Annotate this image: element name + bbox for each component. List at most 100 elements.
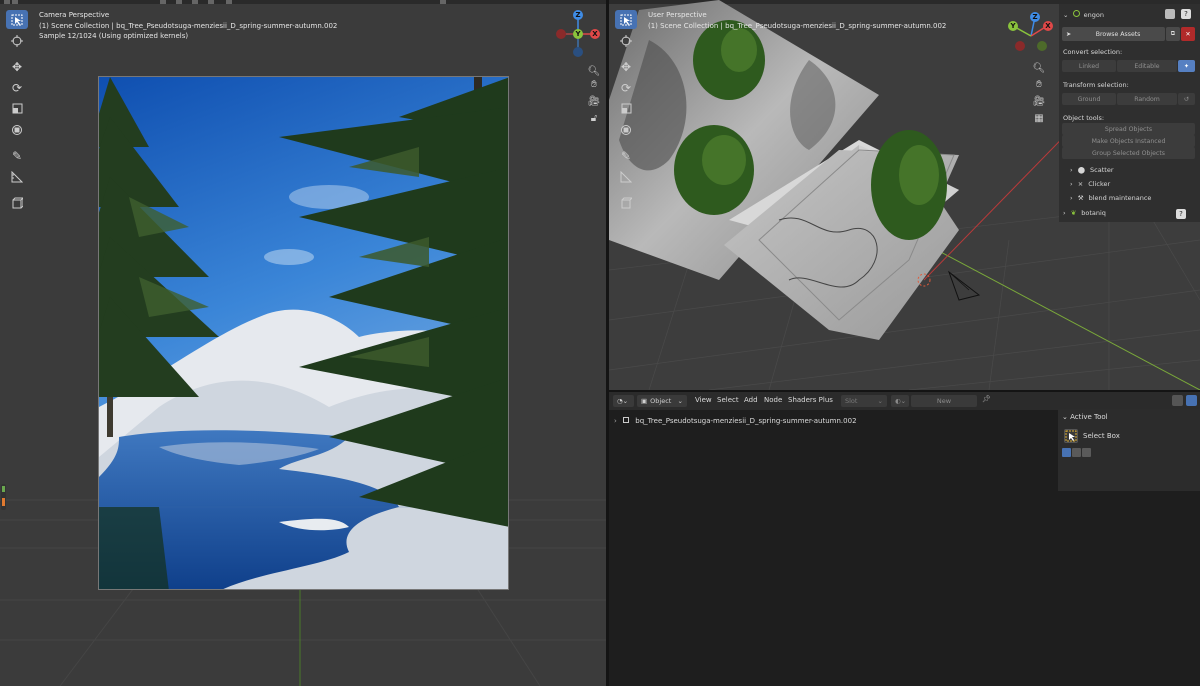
rotate-tool[interactable]: ⟳	[6, 78, 28, 97]
zoom-button[interactable]: 🔍︎	[1031, 60, 1047, 76]
tool-shelf: ✥ ⟳ ✎	[6, 10, 28, 214]
wrench-icon: ⚒	[1077, 194, 1084, 202]
camera-viewport[interactable]: Camera Perspective (1) Scene Collection …	[0, 0, 606, 686]
menu-shaders-plus[interactable]: Shaders Plus	[788, 396, 833, 404]
help-icon[interactable]: ?	[1181, 9, 1191, 19]
camera-view-button[interactable]: 🎥︎	[586, 93, 602, 109]
menu-select[interactable]: Select	[717, 396, 739, 404]
close-icon: ✕	[1185, 30, 1191, 38]
annotate-tool[interactable]: ✎	[615, 146, 637, 165]
render-sample-label: Sample 12/1024 (Using optimized kernels)	[39, 32, 189, 40]
mode-set-icon[interactable]	[1062, 448, 1071, 457]
ground-button[interactable]: Ground	[1062, 93, 1116, 105]
chevron-right-icon: ›	[1063, 209, 1066, 217]
navigation-gizmo[interactable]: Z X Y	[554, 10, 602, 58]
menu-view[interactable]: View	[695, 396, 712, 404]
collection-label: (1) Scene Collection | bq_Tree_Pseudotsu…	[39, 21, 338, 30]
side-scroll-handle[interactable]	[1, 484, 6, 510]
material-browse-dropdown[interactable]: ◐⌄	[891, 395, 909, 407]
measure-tool[interactable]	[615, 167, 637, 186]
select-box-tool[interactable]	[6, 10, 28, 29]
lock-camera-button[interactable]: 🔓︎	[586, 110, 602, 126]
engon-panel-header[interactable]: ⌄ engon	[1063, 10, 1104, 19]
scale-tool[interactable]	[6, 99, 28, 118]
spread-objects-button[interactable]: Spread Objects	[1062, 123, 1195, 135]
chevron-right-icon: ›	[1070, 180, 1073, 188]
active-tool-header[interactable]: ⌄ Active Tool	[1062, 413, 1108, 421]
select-box-tool-icon[interactable]	[1064, 429, 1078, 443]
add-cube-icon	[12, 197, 23, 208]
sidebar-toggle[interactable]	[1186, 395, 1197, 406]
gizmo-z-positive[interactable]: Z	[1030, 12, 1040, 22]
gizmo-z-positive[interactable]: Z	[573, 10, 583, 20]
convert-linked-button[interactable]: Linked	[1062, 60, 1116, 72]
tool-shelf: ✥ ⟳ ✎	[615, 10, 637, 214]
ruler-icon	[11, 170, 23, 182]
cursor-tool[interactable]	[6, 31, 28, 50]
menu-node[interactable]: Node	[764, 396, 782, 404]
move-tool[interactable]: ✥	[6, 57, 28, 76]
camera-view-button[interactable]: 🎥︎	[1031, 93, 1047, 109]
add-cube-tool[interactable]	[6, 193, 28, 212]
random-button[interactable]: Random	[1117, 93, 1177, 105]
editor-type-dropdown[interactable]: ◔⌄	[613, 395, 634, 407]
preferences-icon[interactable]	[1165, 9, 1175, 19]
move-tool[interactable]: ✥	[615, 57, 637, 76]
move-arrows-icon: ✥	[11, 59, 23, 74]
gizmo-y-negative[interactable]	[1037, 41, 1047, 51]
navigation-gizmo[interactable]: Z X Y	[1007, 12, 1055, 60]
ortho-toggle-button[interactable]: ▦	[1031, 110, 1047, 126]
shader-type-dropdown[interactable]: ▣ Object ⌄	[637, 395, 687, 407]
reset-transform-button[interactable]: ↺	[1178, 93, 1195, 105]
new-material-button[interactable]: New	[911, 395, 977, 407]
convert-editable-button[interactable]: Editable	[1117, 60, 1177, 72]
select-box-tool[interactable]	[615, 10, 637, 29]
rendered-scene-image	[99, 77, 508, 589]
gizmo-z-negative[interactable]	[573, 47, 583, 57]
blend-maintenance-subpanel[interactable]: › ⚒ blend maintenance	[1070, 194, 1151, 202]
viewport-info: Camera Perspective (1) Scene Collection …	[39, 10, 337, 42]
convert-selection-label: Convert selection:	[1063, 48, 1123, 56]
gizmo-y-positive[interactable]: Y	[573, 29, 583, 39]
chevron-down-icon: ⌄	[1062, 413, 1068, 421]
gizmo-x-positive[interactable]: X	[1043, 21, 1053, 31]
gizmo-x-positive[interactable]: X	[590, 29, 600, 39]
cursor-arrow-icon	[620, 14, 632, 25]
convert-tool-button[interactable]: ✦	[1178, 60, 1195, 72]
annotate-tool[interactable]: ✎	[6, 146, 28, 165]
scatter-subpanel[interactable]: › ⬤ Scatter	[1070, 166, 1114, 174]
measure-tool[interactable]	[6, 167, 28, 186]
gizmo-x-negative[interactable]	[556, 29, 566, 39]
pin-icon[interactable]: 📌︎	[982, 395, 991, 403]
viewport-info: User Perspective (1) Scene Collection | …	[648, 10, 946, 31]
reset-icon: ↺	[1183, 95, 1190, 103]
clicker-subpanel[interactable]: › ⨯ Clicker	[1070, 180, 1110, 188]
gizmo-x-negative[interactable]	[1015, 41, 1025, 51]
make-objects-instanced-button[interactable]: Make Objects Instanced	[1062, 135, 1195, 147]
botaniq-panel-header[interactable]: › ❦ botaniq	[1063, 209, 1106, 217]
shader-editor[interactable]: ◔⌄ ▣ Object ⌄ View Select Add Node Shade…	[609, 392, 1200, 686]
close-browser-button[interactable]: ✕	[1181, 27, 1195, 41]
cursor-tool[interactable]	[615, 31, 637, 50]
menu-add[interactable]: Add	[744, 396, 758, 404]
add-cube-tool[interactable]	[615, 193, 637, 212]
cursor-arrow-icon	[1065, 430, 1077, 442]
material-sphere-icon: ◐⌄	[895, 397, 907, 405]
asset-window-button[interactable]: ⧉	[1166, 27, 1180, 41]
scale-tool[interactable]	[615, 99, 637, 118]
browse-assets-button[interactable]: ➤ Browse Assets	[1062, 27, 1165, 41]
pan-button[interactable]: ✋︎	[1031, 76, 1047, 92]
rotate-tool[interactable]: ⟳	[615, 78, 637, 97]
group-selected-objects-button[interactable]: Group Selected Objects	[1062, 147, 1195, 159]
pencil-icon: ✎	[620, 148, 632, 163]
transform-tool[interactable]	[615, 120, 637, 139]
help-icon[interactable]: ?	[1176, 209, 1186, 219]
transform-tool[interactable]	[6, 120, 28, 139]
overlay-toggle[interactable]	[1172, 395, 1183, 406]
gizmo-y-positive[interactable]: Y	[1008, 21, 1018, 31]
slot-dropdown[interactable]: Slot ⌄	[841, 395, 887, 407]
mode-subtract-icon[interactable]	[1082, 448, 1091, 457]
active-tool-name: Select Box	[1083, 432, 1120, 440]
mode-extend-icon[interactable]	[1072, 448, 1081, 457]
pan-button[interactable]: ✋︎	[586, 76, 602, 92]
